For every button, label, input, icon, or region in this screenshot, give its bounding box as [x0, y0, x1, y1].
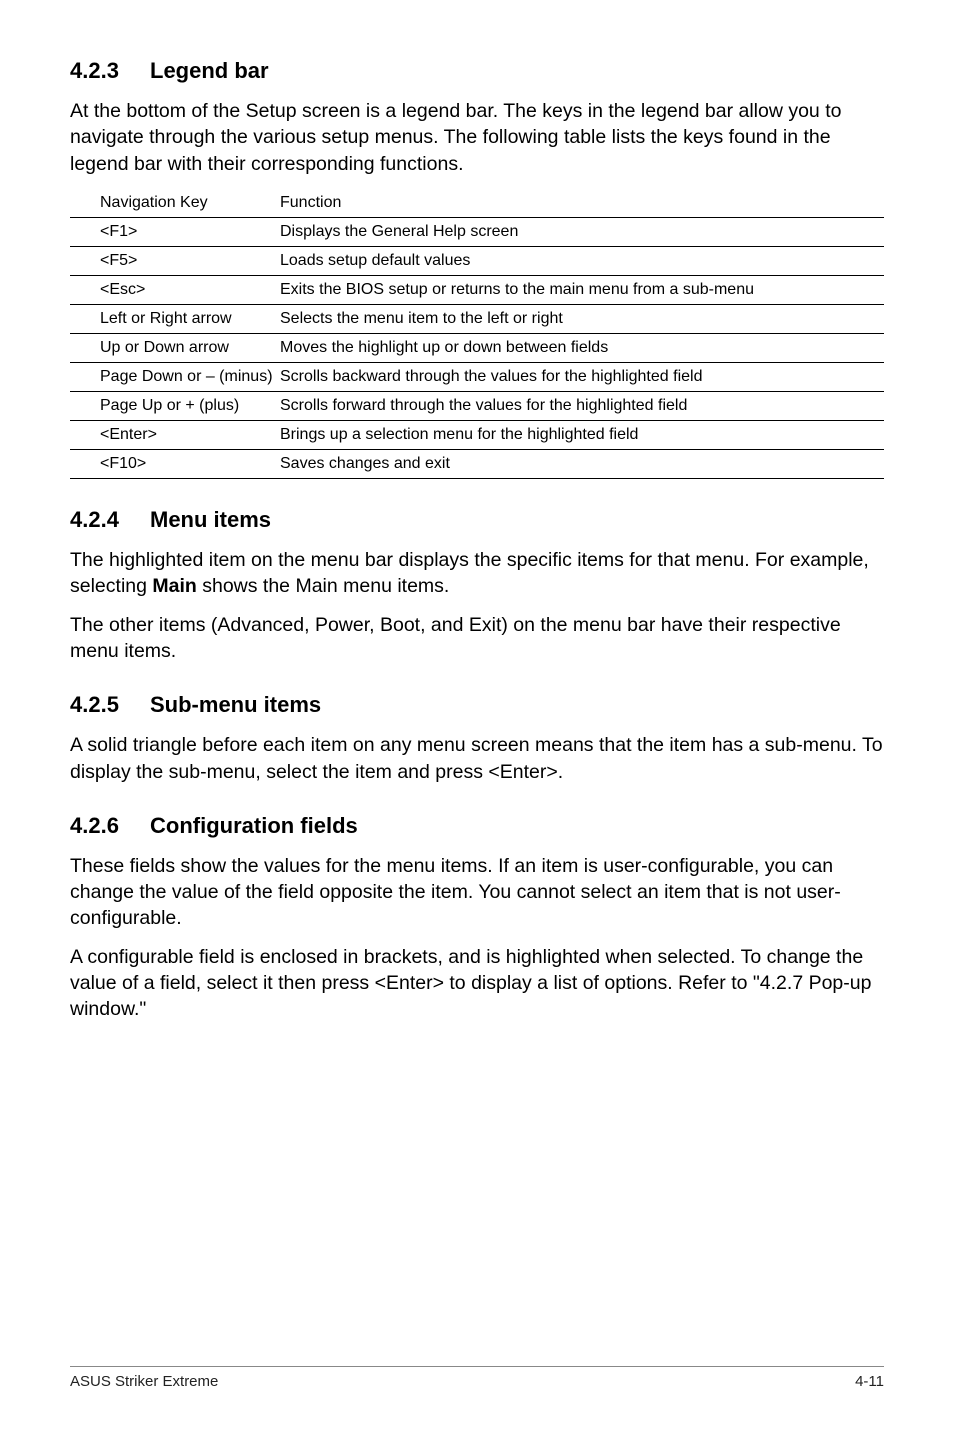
- cell-func: Scrolls backward through the values for …: [280, 362, 884, 391]
- heading-title: Sub-menu items: [150, 692, 321, 717]
- cell-func: Scrolls forward through the values for t…: [280, 391, 884, 420]
- cell-key: Page Up or + (plus): [70, 391, 280, 420]
- para-legend-bar: At the bottom of the Setup screen is a l…: [70, 98, 884, 177]
- cell-func: Saves changes and exit: [280, 449, 884, 478]
- cell-key: Page Down or – (minus): [70, 362, 280, 391]
- th-function: Function: [280, 189, 884, 218]
- legend-table: Navigation Key Function <F1>Displays the…: [70, 189, 884, 479]
- text-bold-main: Main: [152, 575, 196, 597]
- cell-func: Moves the highlight up or down between f…: [280, 333, 884, 362]
- cell-func: Exits the BIOS setup or returns to the m…: [280, 275, 884, 304]
- th-navigation-key: Navigation Key: [70, 189, 280, 218]
- cell-key: <Esc>: [70, 275, 280, 304]
- table-row: <F10>Saves changes and exit: [70, 449, 884, 478]
- para-config-1: These fields show the values for the men…: [70, 853, 884, 932]
- heading-title: Configuration fields: [150, 813, 358, 838]
- para-menu-items-2: The other items (Advanced, Power, Boot, …: [70, 612, 884, 665]
- cell-key: <F1>: [70, 217, 280, 246]
- page-footer: ASUS Striker Extreme 4-11: [70, 1366, 884, 1390]
- cell-func: Selects the menu item to the left or rig…: [280, 304, 884, 333]
- table-header-row: Navigation Key Function: [70, 189, 884, 218]
- para-sub-menu: A solid triangle before each item on any…: [70, 732, 884, 785]
- cell-func: Loads setup default values: [280, 246, 884, 275]
- cell-key: <F5>: [70, 246, 280, 275]
- table-row: Up or Down arrowMoves the highlight up o…: [70, 333, 884, 362]
- cell-key: <Enter>: [70, 420, 280, 449]
- heading-title: Menu items: [150, 507, 271, 532]
- cell-key: Up or Down arrow: [70, 333, 280, 362]
- heading-number: 4.2.4: [70, 507, 150, 533]
- heading-menu-items: 4.2.4Menu items: [70, 507, 884, 533]
- cell-key: Left or Right arrow: [70, 304, 280, 333]
- table-row: <Esc>Exits the BIOS setup or returns to …: [70, 275, 884, 304]
- heading-number: 4.2.5: [70, 692, 150, 718]
- heading-number: 4.2.3: [70, 58, 150, 84]
- text-run: shows the Main menu items.: [197, 575, 450, 597]
- para-config-2: A configurable field is enclosed in brac…: [70, 944, 884, 1023]
- table-row: <F5>Loads setup default values: [70, 246, 884, 275]
- heading-sub-menu-items: 4.2.5Sub-menu items: [70, 692, 884, 718]
- cell-func: Brings up a selection menu for the highl…: [280, 420, 884, 449]
- heading-legend-bar: 4.2.3Legend bar: [70, 58, 884, 84]
- para-menu-items-1: The highlighted item on the menu bar dis…: [70, 547, 884, 600]
- footer-right: 4-11: [855, 1373, 884, 1390]
- table-row: <F1>Displays the General Help screen: [70, 217, 884, 246]
- heading-number: 4.2.6: [70, 813, 150, 839]
- table-row: Page Down or – (minus)Scrolls backward t…: [70, 362, 884, 391]
- heading-configuration-fields: 4.2.6Configuration fields: [70, 813, 884, 839]
- footer-left: ASUS Striker Extreme: [70, 1373, 218, 1390]
- cell-func: Displays the General Help screen: [280, 217, 884, 246]
- table-row: <Enter>Brings up a selection menu for th…: [70, 420, 884, 449]
- table-row: Page Up or + (plus)Scrolls forward throu…: [70, 391, 884, 420]
- cell-key: <F10>: [70, 449, 280, 478]
- table-row: Left or Right arrowSelects the menu item…: [70, 304, 884, 333]
- heading-title: Legend bar: [150, 58, 269, 83]
